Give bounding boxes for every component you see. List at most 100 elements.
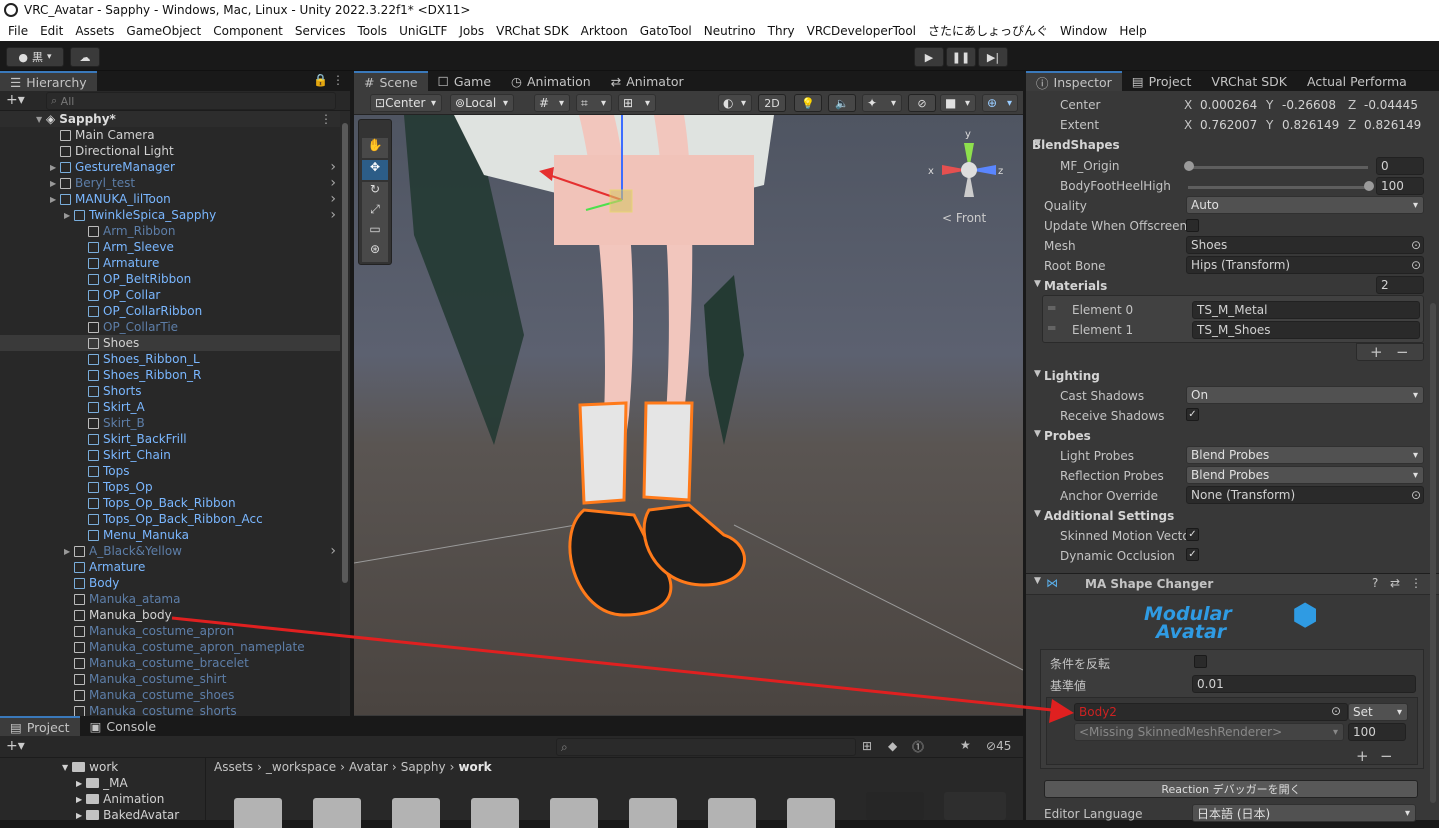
hierarchy-row[interactable]: Shorts [0,383,340,399]
editor-language-dropdown[interactable]: 日本語 (日本) [1192,804,1416,822]
effects-icon[interactable]: ✦ [862,94,902,112]
drag-handle-icon[interactable]: ═ [1048,301,1055,315]
menu-item-16[interactable]: Window [1054,24,1113,38]
lighting-icon[interactable]: 💡 [794,94,822,112]
tab-animation[interactable]: ◷ Animation [501,71,601,91]
chevron-right-icon[interactable]: › [330,207,336,223]
menu-item-3[interactable]: GameObject [120,24,207,38]
foldout-icon[interactable]: ▼ [1034,509,1041,519]
menu-item-10[interactable]: Arktoon [575,24,634,38]
target-icon[interactable]: ⊙ [1411,258,1421,272]
chevron-right-icon[interactable]: ▶ [50,195,60,204]
folder-thumbnail[interactable] [471,798,519,828]
remove-element-button[interactable]: − [1396,343,1409,361]
hierarchy-row[interactable]: Tops_Op_Back_Ribbon [0,495,340,511]
ruler-icon[interactable]: ⊞ [618,94,656,112]
chevron-right-icon[interactable]: › [330,191,336,207]
menu-item-4[interactable]: Component [207,24,289,38]
tab-console[interactable]: ▣ Console [80,716,166,736]
tab-scene[interactable]: # Scene [354,71,428,91]
hidden-count[interactable]: ⊘45 [986,739,1011,753]
light-probes-dropdown[interactable]: Blend Probes [1186,446,1424,464]
probes-header[interactable]: Probes [1044,429,1091,443]
receive-shadows-checkbox[interactable]: ✓ [1186,408,1199,421]
foldout-icon[interactable]: ▼ [1034,369,1041,379]
blendshape-slider-track[interactable] [1188,186,1368,189]
hierarchy-row[interactable]: Armature [0,255,340,271]
hierarchy-row[interactable]: Shoes_Ribbon_L [0,351,340,367]
tab-hierarchy[interactable]: ☰ Hierarchy [0,71,97,91]
project-tree-item[interactable]: ▼ work [62,760,118,774]
target-icon[interactable]: ⊙ [1331,704,1341,718]
hierarchy-row[interactable]: Tops_Op_Back_Ribbon_Acc [0,511,340,527]
help-icon[interactable]: ? [1372,576,1378,590]
tab-inspector-1[interactable]: ▤ Project [1122,71,1202,91]
hierarchy-row[interactable]: ▶ TwinkleSpica_Sapphy › [0,207,340,223]
2d-toggle[interactable]: 2D [758,94,786,112]
blendshape-value[interactable]: 100 [1376,177,1424,195]
menu-item-13[interactable]: Thry [762,24,801,38]
foldout-icon[interactable]: ▼ [1034,138,1041,148]
remove-shape-button[interactable]: − [1380,747,1393,765]
menu-item-2[interactable]: Assets [69,24,120,38]
center-y-field[interactable]: -0.26608 [1278,96,1344,114]
extent-z-field[interactable]: 0.826149 [1360,116,1426,134]
audio-icon[interactable]: 🔈 [828,94,856,112]
tab-inspector-0[interactable]: ⓘ Inspector [1026,71,1122,91]
hierarchy-row[interactable]: Manuka_costume_shirt [0,671,340,687]
hand-tool-icon[interactable]: ✋ [362,138,388,158]
hierarchy-row[interactable]: Shoes [0,335,340,351]
move-tool-icon[interactable]: ✥ [362,160,388,180]
scene-viewport[interactable]: ✋ ✥ ↻ ⤢ ▭ ⊛ y x z < Front [354,115,1023,715]
folder-thumbnail[interactable] [629,798,677,828]
hierarchy-row[interactable]: Shoes_Ribbon_R [0,367,340,383]
shape-target-field[interactable]: Body2 [1074,703,1348,721]
hierarchy-row[interactable]: Arm_Sleeve [0,239,340,255]
center-z-field[interactable]: -0.04445 [1360,96,1426,114]
filter-type-icon[interactable]: ⊞ [862,739,872,753]
hierarchy-row[interactable]: ▶ MANUKA_lilToon › [0,191,340,207]
chevron-down-icon[interactable]: ▼ [36,115,46,124]
target-icon[interactable]: ⊙ [1411,488,1421,502]
material-field[interactable]: TS_M_Shoes [1192,321,1420,339]
hierarchy-row[interactable]: ▶ GestureManager › [0,159,340,175]
materials-header[interactable]: Materials [1044,279,1107,293]
favorite-icon[interactable]: ★ [960,738,971,752]
add-shape-button[interactable]: + [1356,747,1369,765]
anchor-override-field[interactable]: None (Transform) [1186,486,1424,504]
chevron-right-icon[interactable]: › [330,159,336,175]
hierarchy-row[interactable]: ▶ Beryl_test › [0,175,340,191]
project-tree-item[interactable]: ▶ _MA [76,776,128,790]
cast-shadows-dropdown[interactable]: On [1186,386,1424,404]
asset-thumbnail[interactable] [866,792,924,820]
hierarchy-row[interactable]: Manuka_costume_bracelet [0,655,340,671]
hierarchy-row[interactable]: Skirt_Chain [0,447,340,463]
pivot-dropdown[interactable]: ⊡ Center [370,94,442,112]
hierarchy-row[interactable]: Arm_Ribbon [0,223,340,239]
chevron-right-icon[interactable]: ▶ [76,795,82,804]
chevron-right-icon[interactable]: › [330,543,336,559]
space-dropdown[interactable]: ⊚ Local [450,94,514,112]
hierarchy-row[interactable]: Skirt_BackFrill [0,431,340,447]
step-icon[interactable]: ▶| [978,47,1008,67]
breadcrumb-item[interactable]: work [458,760,491,774]
project-search-input[interactable]: ⌕ [556,738,856,756]
material-field[interactable]: TS_M_Metal [1192,301,1420,319]
menu-item-0[interactable]: File [2,24,34,38]
component-menu-icon[interactable]: ⋮ [1410,576,1422,590]
extent-y-field[interactable]: 0.826149 [1278,116,1344,134]
menu-item-5[interactable]: Services [289,24,352,38]
kebab-menu-icon[interactable]: ⋮ [332,73,344,87]
hierarchy-row[interactable]: Tops [0,463,340,479]
root-bone-field[interactable]: Hips (Transform) [1186,256,1424,274]
quality-dropdown[interactable]: Auto [1186,196,1424,214]
tab-animator[interactable]: ⇄ Animator [601,71,694,91]
blendshape-slider-thumb[interactable] [1184,161,1194,171]
chevron-right-icon[interactable]: ▶ [50,179,60,188]
hierarchy-row[interactable]: Skirt_B [0,415,340,431]
folder-thumbnail[interactable] [392,798,440,828]
blendshape-slider-thumb[interactable] [1364,181,1374,191]
hierarchy-row[interactable]: Directional Light [0,143,340,159]
tab-inspector-3[interactable]: Actual Performa [1297,71,1417,91]
drag-handle-icon[interactable]: ═ [1048,321,1055,335]
